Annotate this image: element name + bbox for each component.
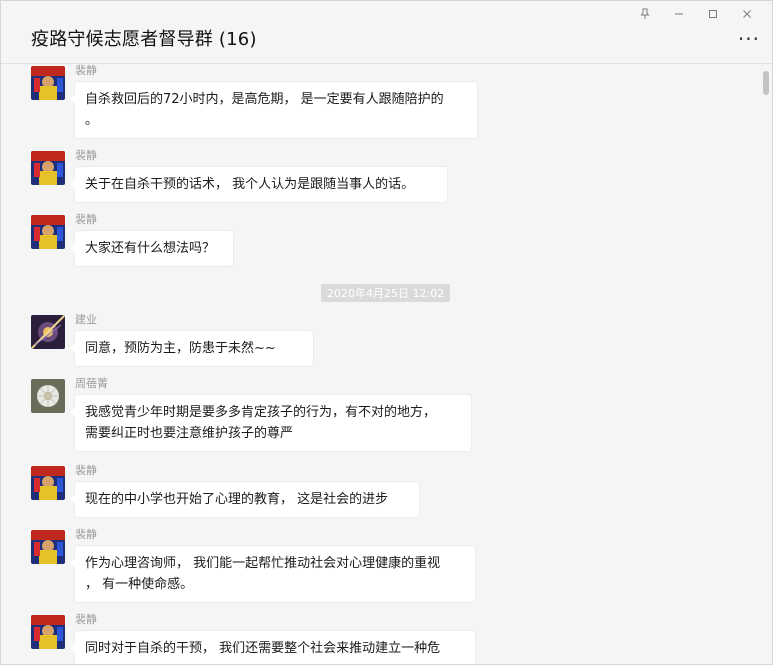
sender-name: 裴静 bbox=[75, 464, 97, 477]
message-text-line: 自杀救回后的72小时内，是高危期， 是一定要有人跟随陪护的 bbox=[85, 92, 444, 107]
message-bubble[interactable]: 关于在自杀干预的话术， 我个人认为是跟随当事人的话。 bbox=[70, 167, 447, 202]
sender-name: 裴静 bbox=[75, 213, 97, 226]
avatar[interactable] bbox=[31, 615, 65, 649]
message-text-line: 需要纠正时也要注意维护孩子的尊严 bbox=[85, 426, 294, 441]
avatar[interactable] bbox=[31, 151, 65, 185]
sender-name: 周蓓菁 bbox=[75, 377, 108, 390]
message-text-line: 。 bbox=[85, 113, 99, 128]
message-bubble[interactable]: 大家还有什么想法吗？ bbox=[70, 231, 233, 266]
avatar[interactable] bbox=[31, 530, 65, 564]
avatar[interactable] bbox=[31, 315, 65, 349]
message-text-line: ， 有一种使命感。 bbox=[85, 577, 194, 592]
message-bubble[interactable]: 自杀救回后的72小时内，是高危期， 是一定要有人跟随陪护的 。 bbox=[70, 82, 477, 138]
scrollbar-thumb[interactable] bbox=[763, 71, 769, 95]
avatar[interactable] bbox=[31, 66, 65, 100]
avatar[interactable] bbox=[31, 379, 65, 413]
message-bubble[interactable]: 我感觉青少年时期是要多多肯定孩子的行为，有不对的地方， 需要纠正时也要注意维护孩… bbox=[70, 395, 471, 451]
timestamp-divider: 2020年4月25日 12:02 bbox=[321, 284, 451, 302]
message-text-line: 关于在自杀干预的话术， 我个人认为是跟随当事人的话。 bbox=[85, 177, 415, 192]
more-options-button[interactable]: ... bbox=[738, 23, 760, 43]
close-icon[interactable] bbox=[730, 5, 764, 23]
minimize-icon[interactable] bbox=[662, 5, 696, 23]
maximize-icon[interactable] bbox=[696, 5, 730, 23]
avatar[interactable] bbox=[31, 466, 65, 500]
sender-name: 裴静 bbox=[75, 528, 97, 541]
sender-name: 建业 bbox=[75, 313, 97, 326]
message-text-line: 我感觉青少年时期是要多多肯定孩子的行为，有不对的地方， bbox=[85, 405, 437, 420]
message-bubble[interactable]: 作为心理咨询师， 我们能一起帮忙推动社会对心理健康的重视 ， 有一种使命感。 bbox=[70, 546, 475, 602]
group-title: 疫路守候志愿者督导群 (16) bbox=[31, 29, 257, 50]
chat-window: 疫路守候志愿者督导群 (16) ... 裴静 自杀救回后的72小时内，是高危期，… bbox=[0, 0, 773, 665]
sender-name: 裴静 bbox=[75, 64, 97, 77]
avatar[interactable] bbox=[31, 215, 65, 249]
message-bubble[interactable]: 同意，预防为主，防患于未然~~ bbox=[70, 331, 313, 366]
sender-name: 裴静 bbox=[75, 613, 97, 626]
message-text-line: 作为心理咨询师， 我们能一起帮忙推动社会对心理健康的重视 bbox=[85, 556, 441, 571]
sender-name: 裴静 bbox=[75, 149, 97, 162]
message-text-line: 同时对于自杀的干预， 我们还需要整个社会来推动建立一种危 bbox=[85, 641, 441, 656]
message-bubble[interactable]: 同时对于自杀的干预， 我们还需要整个社会来推动建立一种危 bbox=[70, 631, 475, 664]
message-bubble[interactable]: 现在的中小学也开始了心理的教育， 这是社会的进步 bbox=[70, 482, 419, 517]
message-text-line: 同意，预防为主，防患于未然~~ bbox=[85, 341, 276, 356]
pin-icon[interactable] bbox=[628, 5, 662, 23]
window-controls bbox=[628, 5, 764, 23]
message-text-line: 大家还有什么想法吗？ bbox=[85, 241, 216, 256]
message-text-line: 现在的中小学也开始了心理的教育， 这是社会的进步 bbox=[85, 492, 389, 507]
